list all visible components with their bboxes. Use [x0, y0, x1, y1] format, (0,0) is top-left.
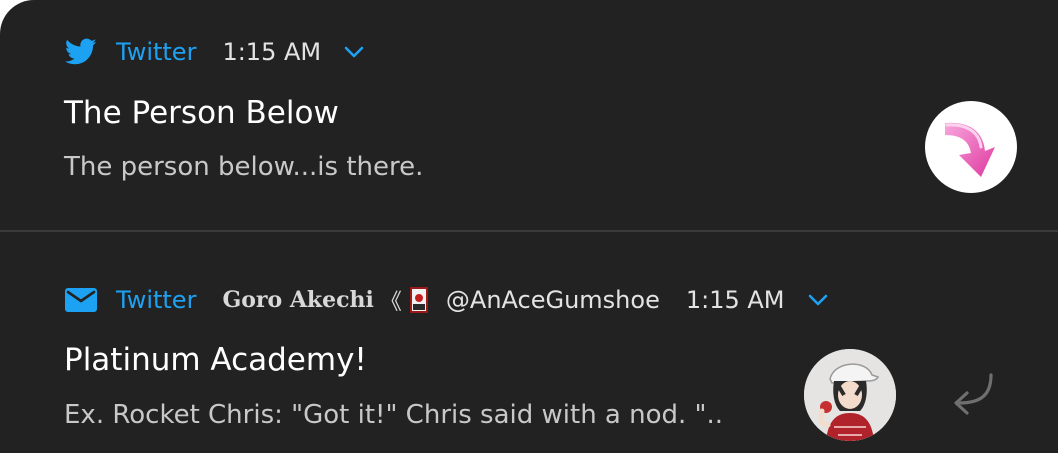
notification-title: The Person Below: [64, 95, 339, 131]
user-avatar: [804, 349, 896, 441]
card-badge-icon: [409, 287, 428, 313]
notification-card[interactable]: Twitter 1:15 AM The Person Below The per…: [0, 0, 1058, 230]
envelope-icon: [64, 285, 98, 315]
notification-header: Twitter 1:15 AM: [64, 36, 365, 68]
reply-arrow-icon[interactable]: [944, 367, 1000, 419]
notification-body: The person below...is there.: [64, 152, 424, 182]
notification-time: 1:15 AM: [685, 286, 785, 314]
app-name: Twitter: [116, 286, 197, 314]
twitter-bird-icon: [64, 37, 98, 67]
sender-name-text: Goro Akechi: [222, 287, 374, 313]
notification-time: 1:15 AM: [222, 38, 322, 66]
notification-panel: Twitter 1:15 AM The Person Below The per…: [0, 0, 1058, 453]
notification-title: Platinum Academy!: [64, 342, 367, 378]
notification-card[interactable]: Twitter Goro Akechi 《 @AnAceGumshoe 1:15…: [0, 232, 1058, 453]
pink-down-arrow-avatar: [925, 101, 1017, 193]
notification-header: Twitter Goro Akechi 《 @AnAceGumshoe 1:15…: [64, 284, 829, 316]
app-name: Twitter: [116, 38, 197, 66]
chevron-down-icon[interactable]: [343, 41, 365, 63]
chevron-down-icon[interactable]: [807, 289, 829, 311]
sender-name: Goro Akechi 《: [222, 284, 428, 316]
double-angle-icon: 《: [379, 290, 402, 315]
sender-handle: @AnAceGumshoe: [445, 286, 660, 314]
notification-body: Ex. Rocket Chris: "Got it!" Chris said w…: [64, 400, 724, 430]
